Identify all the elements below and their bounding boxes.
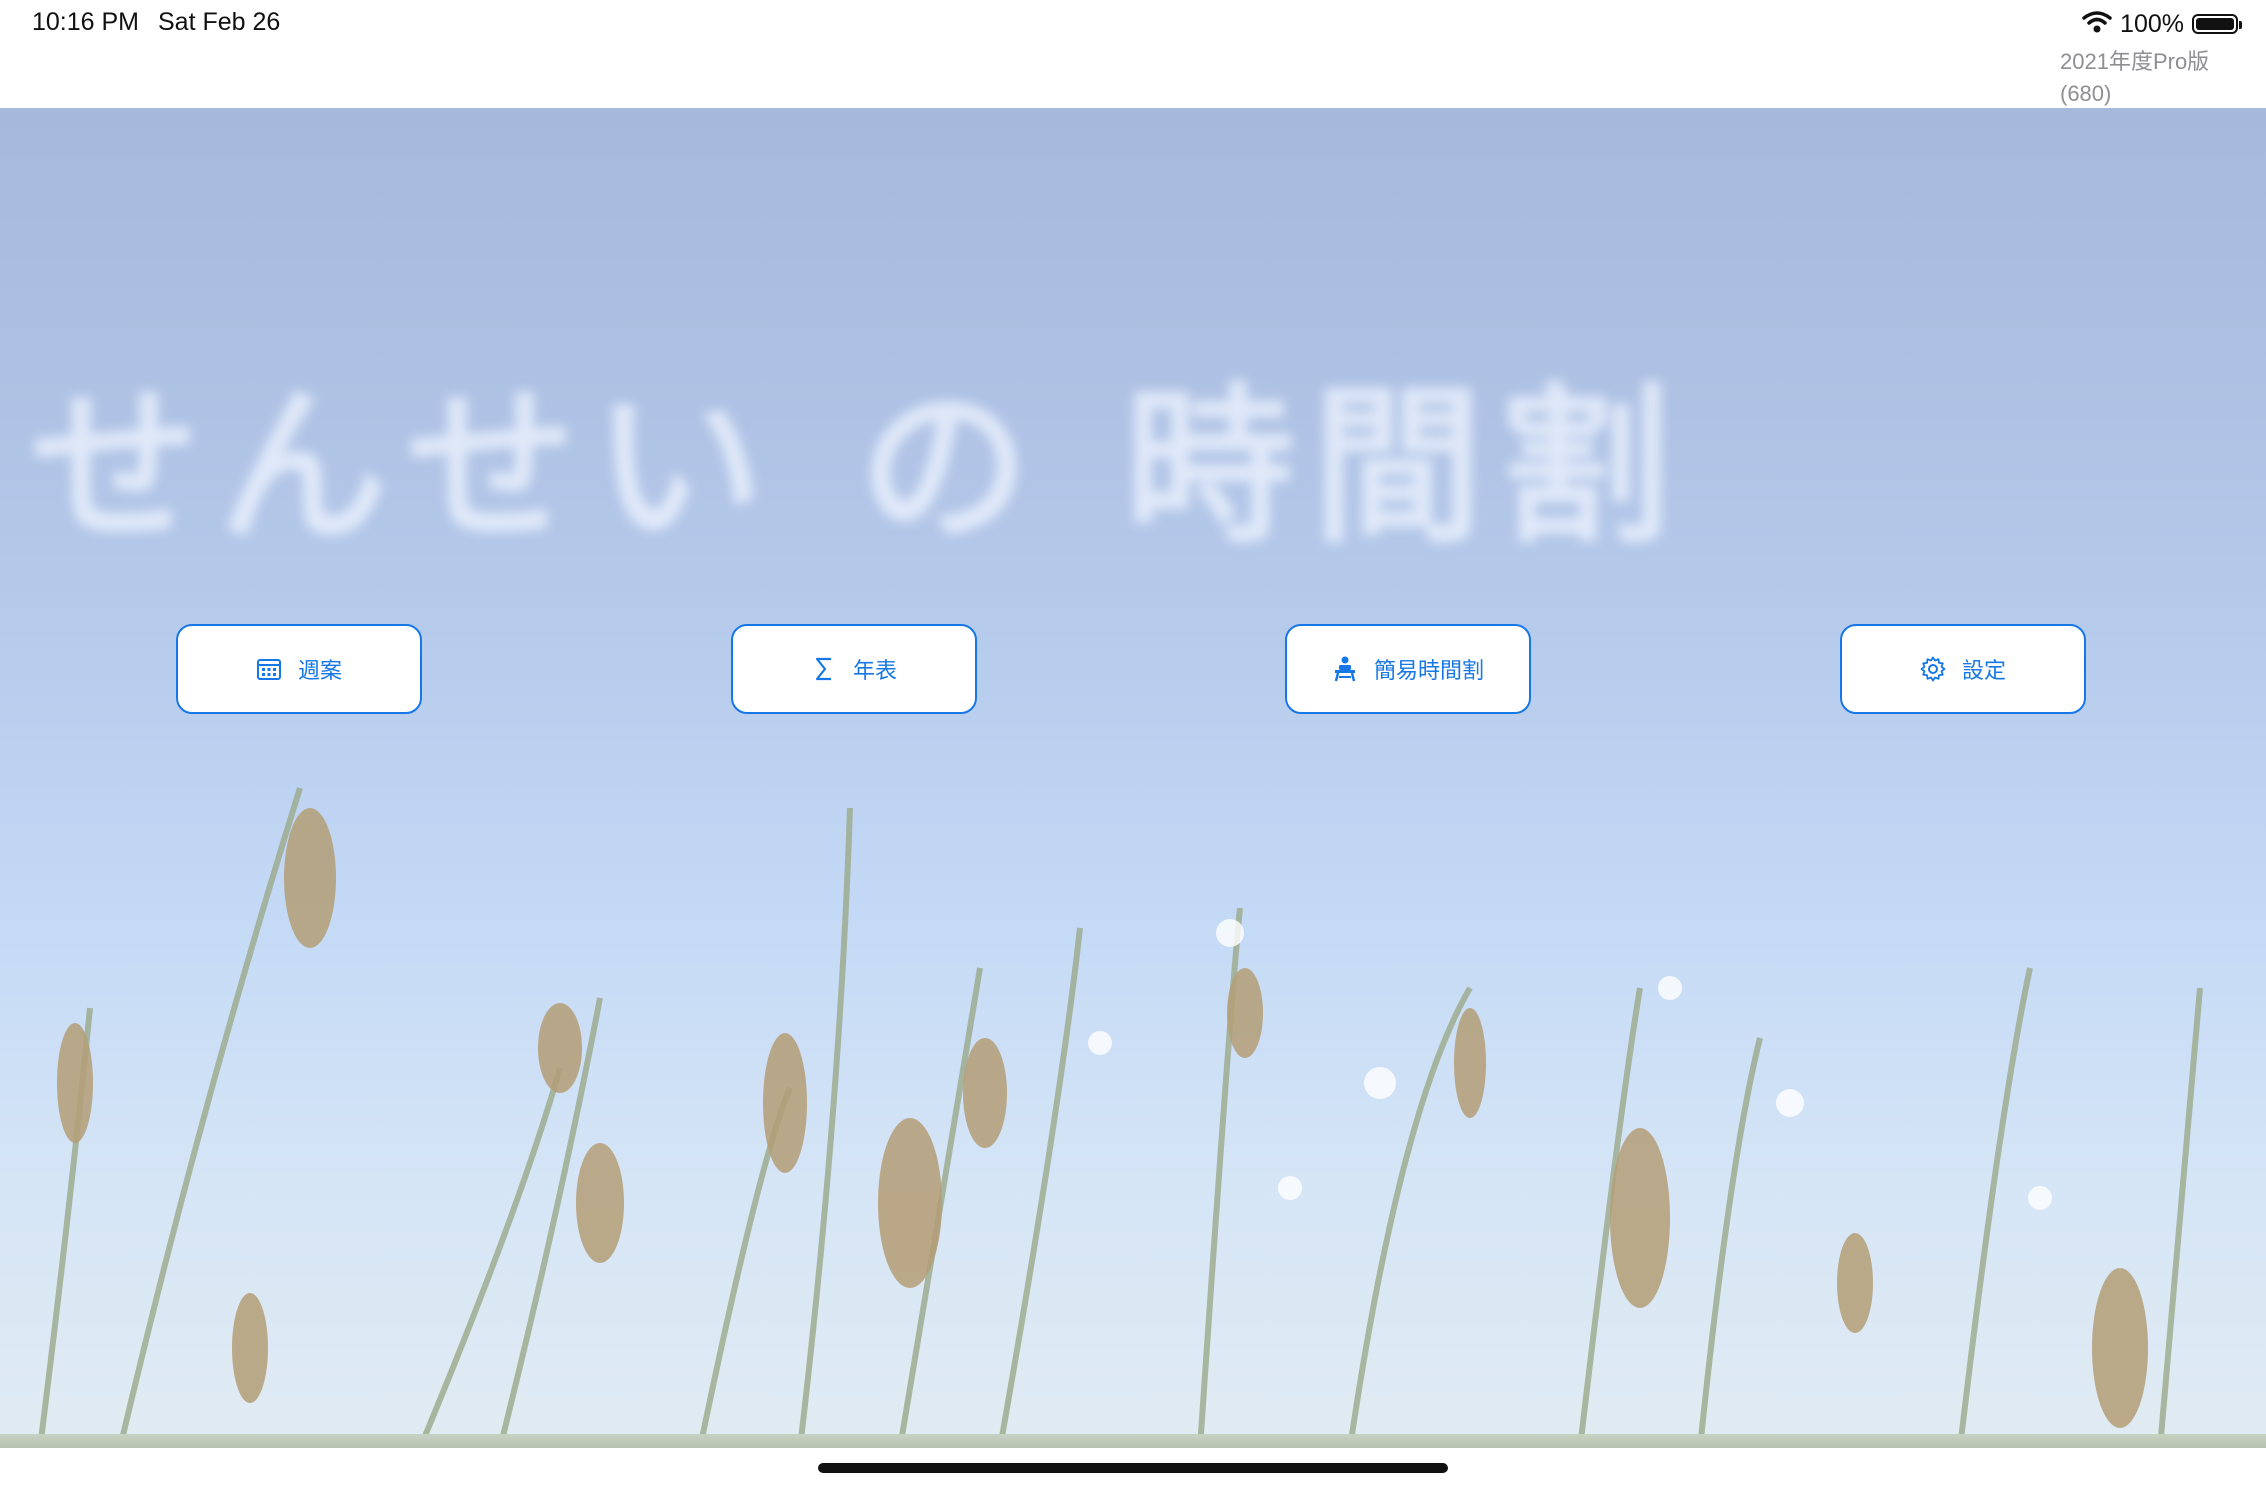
status-date: Sat Feb 26 (158, 8, 281, 36)
status-bar: 10:16 PM Sat Feb 26 100% 2021年度Pro版 (680… (0, 0, 2266, 108)
sigma-icon (811, 656, 837, 682)
timeline-button[interactable]: 年表 (731, 624, 977, 714)
app-title: せんせい の 時間割 (30, 369, 1689, 567)
simple-timetable-button[interactable]: 簡易時間割 (1285, 624, 1531, 714)
settings-button[interactable]: 設定 (1840, 624, 2086, 714)
battery-percent: 100% (2120, 9, 2184, 38)
plants-illustration (37, 787, 2203, 1448)
ground (0, 1434, 2266, 1448)
version-line-1: 2021年度Pro版 (2060, 49, 2210, 74)
status-indicators: 100% (2082, 8, 2242, 40)
version-line-2: (680) (2060, 81, 2112, 106)
desk-icon (1332, 656, 1358, 682)
gear-icon (1920, 656, 1946, 682)
home-indicator[interactable] (818, 1463, 1448, 1473)
weekly-plan-label: 週案 (297, 659, 342, 684)
simple-timetable-label: 簡易時間割 (1373, 659, 1484, 684)
weekly-plan-button[interactable]: 週案 (176, 624, 422, 714)
status-time: 10:16 PM (32, 8, 140, 36)
version-label: 2021年度Pro版 (680) (2060, 46, 2250, 110)
battery-icon (2192, 14, 2242, 34)
calendar-icon (256, 656, 282, 682)
background-image: せんせい の 時間割 (0, 108, 2266, 1448)
wifi-icon (2082, 10, 2112, 38)
settings-label: 設定 (1961, 659, 2006, 684)
timeline-label: 年表 (852, 659, 897, 684)
